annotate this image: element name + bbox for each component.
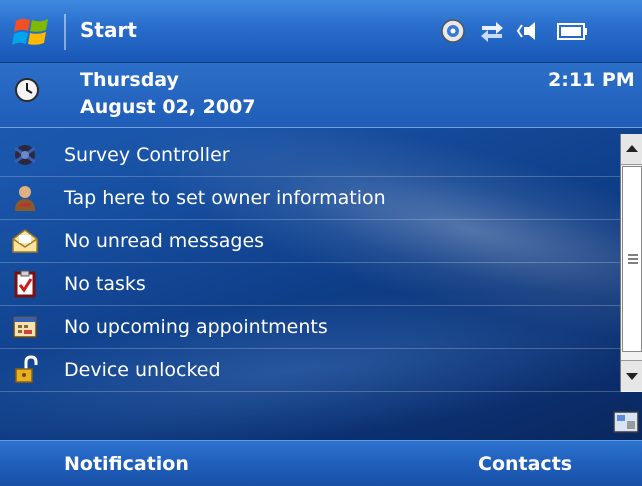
clock-icon [15, 78, 39, 102]
list-item-device-lock[interactable]: Device unlocked [0, 349, 620, 392]
today-screen: Start Thursday August 02, 2007 2:11 PM S… [0, 0, 642, 486]
notification-softkey[interactable]: Notification [64, 453, 189, 475]
volume-icon[interactable] [516, 18, 546, 44]
start-separator [64, 14, 66, 50]
survey-controller-icon [14, 145, 36, 165]
list-item-appointments[interactable]: No upcoming appointments [0, 306, 620, 349]
date-label: August 02, 2007 [80, 96, 256, 118]
list-item-label: No unread messages [64, 230, 265, 252]
list-item-survey-controller[interactable]: Survey Controller [0, 134, 620, 177]
tasks-icon [14, 270, 36, 298]
contacts-softkey[interactable]: Contacts [478, 453, 572, 475]
navigation-bar: Start [0, 0, 642, 63]
list-item-label: Tap here to set owner information [64, 187, 386, 209]
calendar-icon [13, 316, 37, 338]
list-item-tasks[interactable]: No tasks [0, 263, 620, 306]
windows-flag-icon[interactable] [12, 12, 52, 52]
date-time-row[interactable]: Thursday August 02, 2007 2:11 PM [0, 63, 642, 128]
list-item-messages[interactable]: No unread messages [0, 220, 620, 263]
start-menu-label[interactable]: Start [80, 18, 137, 42]
soft-key-bar: Notification Contacts [0, 440, 642, 486]
connectivity-icon[interactable] [440, 18, 466, 44]
grip-icon [628, 254, 638, 264]
list-item-label: No tasks [64, 273, 146, 295]
input-panel-icon[interactable] [612, 409, 640, 435]
envelope-icon [12, 229, 38, 253]
time-label: 2:11 PM [548, 69, 635, 91]
data-connection-icon[interactable] [478, 18, 506, 44]
scroll-thumb[interactable] [622, 166, 642, 352]
arrow-down-icon [626, 373, 638, 380]
arrow-up-icon [626, 145, 638, 152]
owner-icon [15, 186, 35, 211]
padlock-icon [15, 355, 38, 383]
list-item-label: No upcoming appointments [64, 316, 328, 338]
scroll-up-button[interactable] [621, 134, 642, 165]
list-item-label: Survey Controller [64, 144, 230, 166]
list-item-label: Device unlocked [64, 359, 221, 381]
day-label: Thursday [80, 69, 179, 91]
battery-icon[interactable] [556, 18, 588, 44]
vertical-scrollbar[interactable] [620, 134, 642, 392]
list-item-owner-information[interactable]: Tap here to set owner information [0, 177, 620, 220]
scroll-down-button[interactable] [621, 360, 642, 391]
